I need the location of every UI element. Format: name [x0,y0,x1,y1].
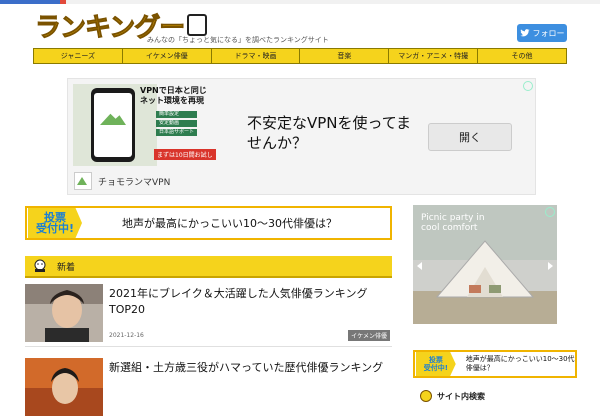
ad-brand[interactable]: チョモランマVPN [74,172,170,190]
carousel-prev-arrow[interactable] [417,262,422,270]
ad-brand-name: チョモランマVPN [98,177,171,188]
brand-logo-icon [74,172,92,190]
vote-badge: 投票 受付中! [28,208,82,238]
ad-trial-badge: まずは10日間お試し [154,149,216,160]
nav-item-drama-movie[interactable]: ドラマ・映画 [212,49,301,63]
article-title[interactable]: 新選組・土方歳三役がハマっていた歴代俳優ランキング [109,360,389,376]
mountain-logo-icon [100,113,126,125]
browser-top-strip [0,0,600,4]
sidebar-search-heading: サイト内検索 [420,390,485,402]
ad-image-title: VPNで日本と同じ ネット環境を再現 [140,86,207,105]
nav-item-manga-anime[interactable]: マンガ・アニメ・特撮 [389,49,479,63]
divider [25,346,392,347]
nav-item-music[interactable]: 音楽 [300,49,390,63]
ad-open-button[interactable]: 開く [428,123,512,151]
sidebar-ad[interactable]: Picnic party in cool comfort [413,205,557,324]
ad-feature-item: 日本語サポート [156,129,198,136]
site-tagline: みんなの「ちょっと気になる」を調べたランキングサイト [147,36,329,44]
section-title: 新着 [57,262,76,273]
vpn-ad-banner[interactable]: VPNで日本と同じ ネット環境を再現 簡単設定 安定動画 日本語サポート まずは… [67,78,536,195]
twitter-follow-label: フォロー [532,28,565,38]
vote-badge: 投票 受付中! [416,352,456,376]
mascot-icon [420,390,432,402]
ad-headline[interactable]: 不安定なVPNを使ってませんか？ [247,113,412,153]
ad-feature-item: 簡単設定 [156,111,198,118]
sidebar-ad-text: Picnic party in cool comfort [421,213,485,233]
twitter-follow-button[interactable]: フォロー [517,24,567,42]
article-date: 2021-12-16 [109,332,144,339]
category-nav: ジャニーズ イケメン俳優 ドラマ・映画 音楽 マンガ・アニメ・特撮 その他 [33,48,567,64]
nav-item-ikemen-actors[interactable]: イケメン俳優 [123,49,212,63]
sidebar-vote-banner[interactable]: 投票 受付中! 地声が最高にかっこいい10〜30代俳優は？ [413,350,577,378]
nav-item-johnnys[interactable]: ジャニーズ [34,49,123,63]
article-category-tag[interactable]: イケメン俳優 [348,330,390,341]
adchoices-icon[interactable] [523,81,533,91]
vote-question: 地声が最高にかっこいい10〜30代俳優は？ [122,217,337,230]
twitter-bird-icon [519,29,530,37]
list-item[interactable]: 2021年にブレイク＆大活躍した人気俳優ランキング TOP20 2021-12-… [25,284,392,348]
phone-illustration [91,88,135,162]
list-item[interactable]: 新選組・土方歳三役がハマっていた歴代俳優ランキング [25,358,392,416]
thumbs-up-icon [187,14,208,36]
ad-feature-list: 簡単設定 安定動画 日本語サポート [156,111,198,138]
vote-question: 地声が最高にかっこいい10〜30代俳優は？ [465,355,575,372]
vote-banner[interactable]: 投票 受付中! 地声が最高にかっこいい10〜30代俳優は？ [25,206,392,240]
adchoices-icon[interactable] [545,207,555,217]
carousel-next-arrow[interactable] [548,262,553,270]
article-thumbnail[interactable] [25,358,103,416]
article-thumbnail[interactable] [25,284,103,342]
mascot-icon [34,259,46,272]
new-section-header: 新着 [25,256,392,278]
nav-item-other[interactable]: その他 [478,49,566,63]
article-title[interactable]: 2021年にブレイク＆大活躍した人気俳優ランキング TOP20 [109,286,389,318]
ad-feature-item: 安定動画 [156,120,198,127]
